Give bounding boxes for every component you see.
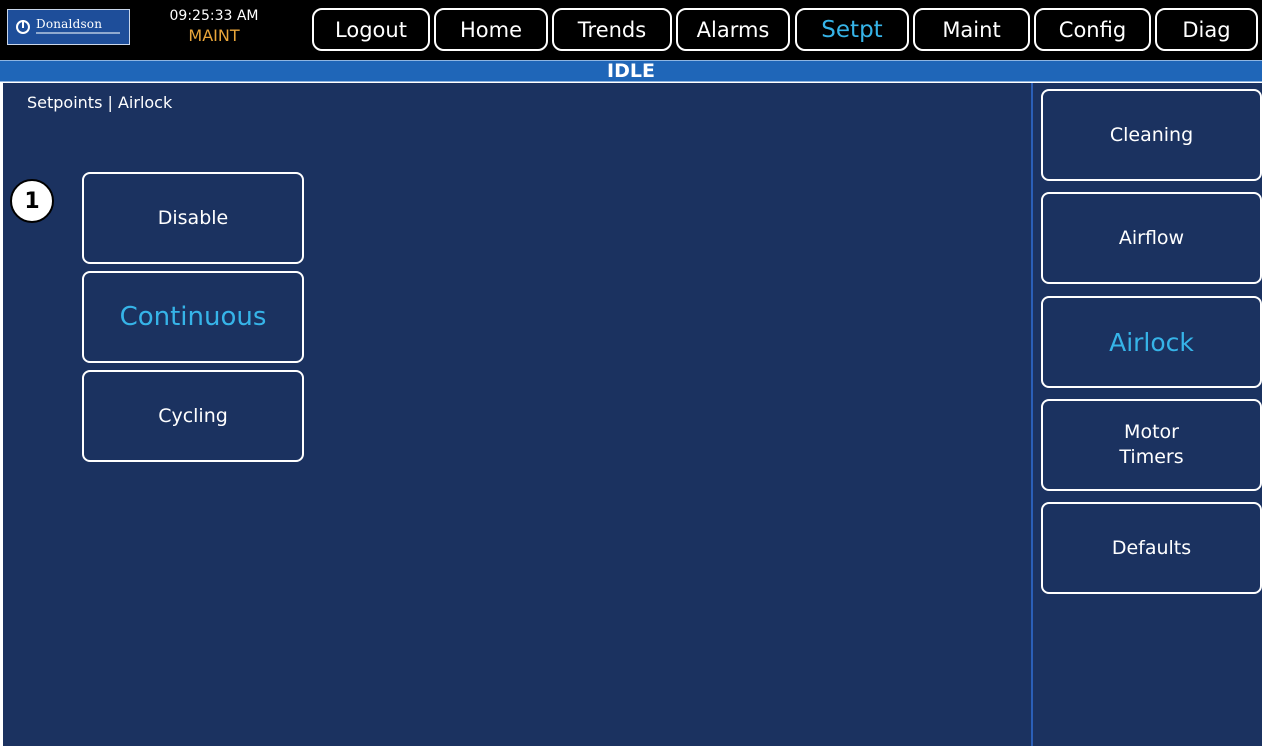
nav-setpt-button[interactable]: Setpt: [795, 8, 909, 51]
side-menu-cleaning-button[interactable]: Cleaning: [1041, 89, 1262, 181]
nav-logout-button[interactable]: Logout: [312, 8, 430, 51]
nav-maint-button[interactable]: Maint: [913, 8, 1030, 51]
nav-config-button[interactable]: Config: [1034, 8, 1151, 51]
clock-time: 09:25:33 AM: [169, 8, 259, 24]
nav-diag-button[interactable]: Diag: [1155, 8, 1258, 51]
airlock-cycling-button[interactable]: Cycling: [82, 370, 304, 462]
logo-tagline-bar: [36, 32, 120, 34]
motor-timers-label-line2: Timers: [1119, 446, 1184, 468]
side-menu-airflow-button[interactable]: Airflow: [1041, 192, 1262, 284]
nav-trends-button[interactable]: Trends: [552, 8, 672, 51]
side-menu-airlock-button[interactable]: Airlock: [1041, 296, 1262, 388]
nav-alarms-button[interactable]: Alarms: [676, 8, 790, 51]
logo-brand-text: Donaldson: [36, 17, 103, 31]
side-menu-defaults-button[interactable]: Defaults: [1041, 502, 1262, 594]
breadcrumb: Setpoints | Airlock: [27, 93, 173, 112]
step-number-badge: 1: [10, 179, 54, 223]
sidebar-divider: [1031, 83, 1033, 746]
side-menu-motor-timers-button[interactable]: Motor Timers: [1041, 399, 1262, 491]
status-bar: IDLE: [0, 60, 1262, 82]
motor-timers-label-line1: Motor: [1124, 421, 1179, 443]
airlock-continuous-button[interactable]: Continuous: [82, 271, 304, 363]
airlock-disable-button[interactable]: Disable: [82, 172, 304, 264]
nav-home-button[interactable]: Home: [434, 8, 548, 51]
donaldson-logo-icon: [16, 20, 30, 34]
donaldson-logo: Donaldson: [7, 9, 130, 45]
status-text: IDLE: [607, 60, 655, 82]
access-mode: MAINT: [188, 26, 240, 45]
